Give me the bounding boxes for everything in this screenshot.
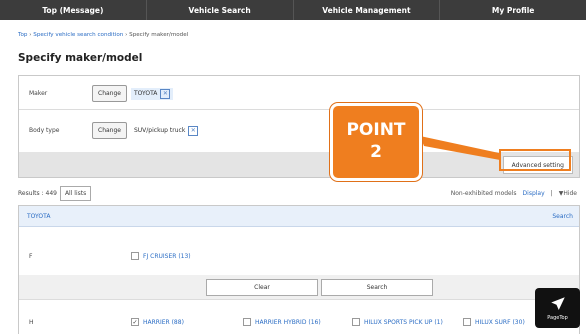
display-link[interactable]: Display: [523, 190, 545, 197]
all-lists-button[interactable]: All lists: [59, 186, 92, 201]
model-checkbox-checked[interactable]: ✓: [131, 318, 139, 326]
display-separator: |: [550, 190, 553, 197]
point-callout-title: POINT: [346, 120, 406, 141]
clear-button[interactable]: Clear: [206, 279, 318, 296]
page-top-button[interactable]: PageTop: [535, 288, 580, 328]
display-controls: Non-exhibited models Display | ▼Hide: [451, 190, 577, 197]
airplane-icon: [550, 297, 565, 310]
non-exhibited-label: Non-exhibited models: [450, 190, 517, 197]
list-header: TOYOTA Search: [19, 206, 579, 227]
point-callout: POINT 2: [330, 103, 422, 181]
section-divider: [19, 299, 579, 300]
page-top-label: PageTop: [547, 315, 568, 321]
model-item[interactable]: HILUX SPORTS PICK UP (1): [352, 318, 443, 326]
model-checkbox[interactable]: [243, 318, 251, 326]
model-label[interactable]: FJ CRUISER (13): [143, 253, 191, 260]
model-checkbox[interactable]: [352, 318, 360, 326]
model-checkbox[interactable]: [131, 252, 139, 260]
callout-pointer: [420, 136, 500, 160]
results-count: Results : 449: [18, 190, 57, 197]
list-action-bar: Clear Search: [19, 275, 579, 299]
advanced-setting-highlight: [499, 149, 571, 171]
point-callout-number: 2: [370, 142, 382, 162]
search-button[interactable]: Search: [321, 279, 433, 296]
model-item[interactable]: FJ CRUISER (13): [131, 252, 191, 260]
results-bar: Results : 449 All lists: [18, 186, 92, 201]
model-item[interactable]: HARRIER HYBRID (16): [243, 318, 321, 326]
section-letter-h: H: [29, 319, 34, 326]
section-letter-f: F: [29, 253, 33, 260]
model-checkbox[interactable]: [463, 318, 471, 326]
header-search-link[interactable]: Search: [552, 213, 573, 220]
model-label[interactable]: HARRIER HYBRID (16): [255, 319, 321, 326]
model-list: TOYOTA Search F FJ CRUISER (13) Clear Se…: [18, 205, 580, 334]
maker-group-label: TOYOTA: [27, 213, 51, 220]
model-item[interactable]: ✓ HARRIER (88): [131, 318, 184, 326]
model-label[interactable]: HILUX SPORTS PICK UP (1): [364, 319, 443, 326]
model-label[interactable]: HARRIER (88): [143, 319, 184, 326]
model-item[interactable]: HILUX SURF (30): [463, 318, 525, 326]
hide-link[interactable]: ▼Hide: [559, 190, 577, 197]
model-label[interactable]: HILUX SURF (30): [475, 319, 525, 326]
